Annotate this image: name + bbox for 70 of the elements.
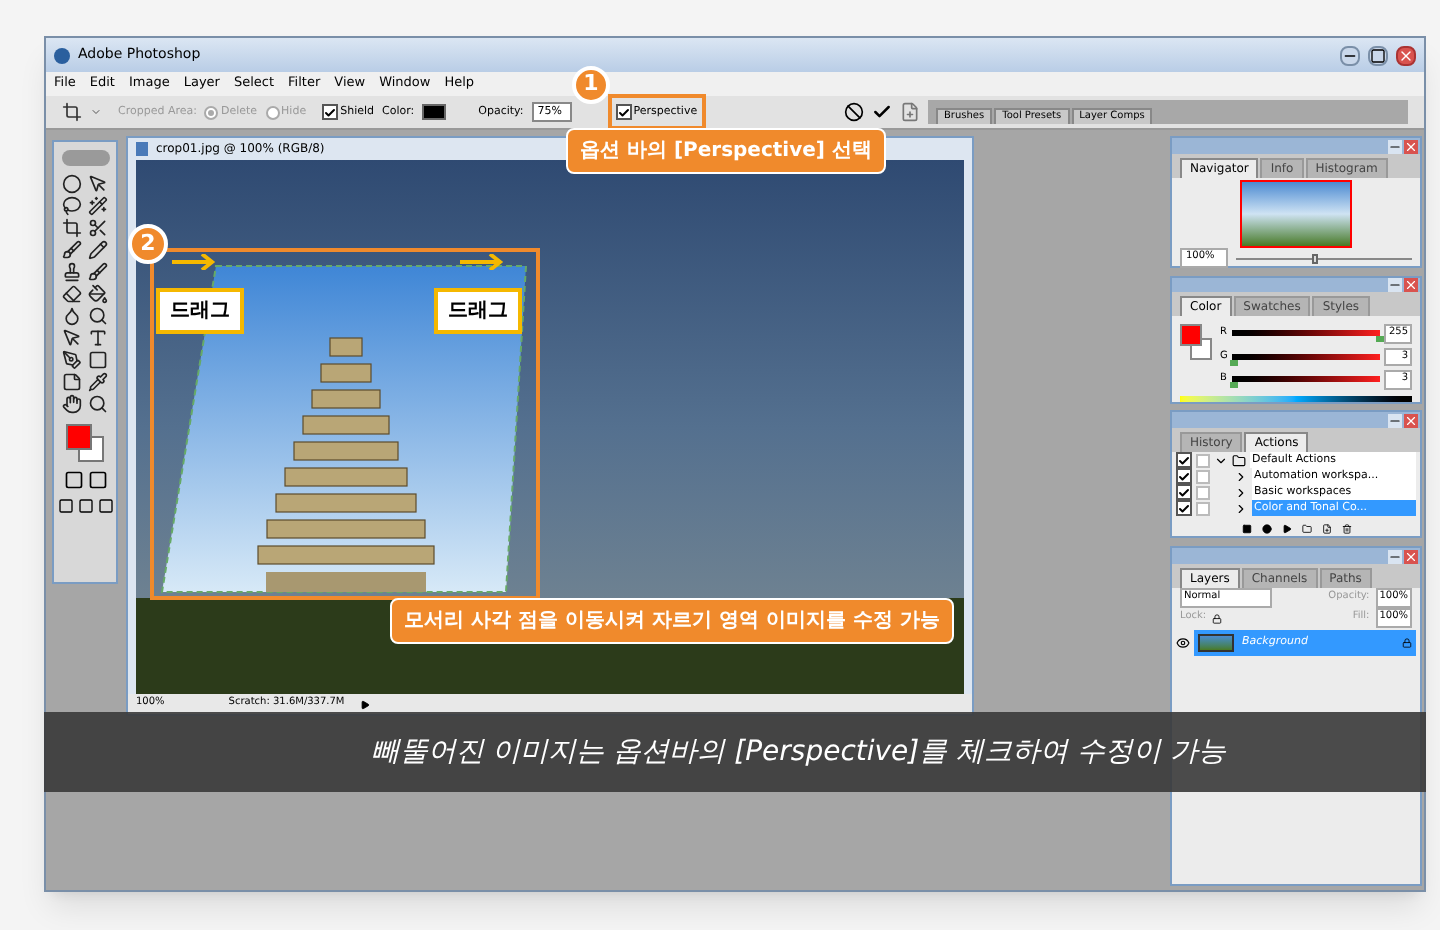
toggle-checkbox[interactable] [1176,500,1192,516]
tool-icon[interactable] [62,240,82,260]
play-icon[interactable] [1281,524,1291,534]
document-icon [136,142,148,156]
tool-icon[interactable] [88,394,108,414]
slider-thumb[interactable] [1229,382,1238,389]
commit-icon[interactable] [872,102,892,122]
tool-icon[interactable] [62,372,82,392]
lock-icon[interactable] [1212,613,1223,623]
tool-icon[interactable] [88,196,108,216]
tool-icon[interactable] [62,218,82,238]
navigator-thumbnail [1240,180,1352,248]
tool-icon[interactable] [88,306,108,326]
crop-tool-icon[interactable] [62,102,82,122]
close-icon[interactable] [1396,45,1416,65]
maximize-icon[interactable] [1368,45,1388,65]
new-action-icon[interactable] [1321,524,1331,534]
tool-icon[interactable] [88,350,108,370]
slider-thumb[interactable] [1311,253,1318,263]
color-swatch[interactable] [422,104,447,120]
visibility-icon[interactable] [1176,635,1190,649]
channel-slider[interactable] [1232,376,1380,383]
foreground-color-swatch[interactable] [65,424,91,450]
toggle-checkbox[interactable] [1176,484,1192,500]
tool-icon[interactable] [62,394,82,414]
trash-icon[interactable] [1341,524,1351,534]
tool-icon[interactable] [88,372,108,392]
radio-button[interactable] [204,105,219,119]
caption-text: 빼뚤어진 이미지는 옵션바의 [Perspective]를 체크하여 수정이 가능 [371,733,1226,771]
tool-icon[interactable] [88,218,108,238]
annotation-label: 모서리 사각 점을 이동시켜 자르기 영역 이미지를 수정 가능 [390,598,954,644]
channel-slider[interactable] [1232,353,1380,360]
perspective-checkbox[interactable] [615,104,632,120]
cancel-icon[interactable] [844,102,864,122]
shield-checkbox[interactable] [322,104,339,120]
toggle-checkbox[interactable] [1176,452,1192,468]
tool-icon[interactable] [88,328,108,348]
tool-icon[interactable] [62,174,82,194]
radio-button[interactable] [265,105,280,119]
new-set-icon[interactable] [1301,524,1311,534]
status-menu-icon[interactable] [360,699,371,709]
tool-icon[interactable] [62,350,82,370]
record-icon[interactable] [1261,524,1271,534]
foreground-color-swatch[interactable] [1180,324,1202,346]
tool-icon[interactable] [88,240,108,260]
palette-well-icon[interactable] [900,102,920,122]
minimize-icon[interactable] [1340,45,1360,65]
tool-icon[interactable] [62,328,82,348]
drag-label: 드래그 [434,288,522,334]
channel-slider[interactable] [1232,330,1380,337]
tool-icon[interactable] [62,262,82,282]
arrow-icon [172,254,216,270]
tool-icon[interactable] [88,284,108,304]
layer-thumbnail [1198,633,1234,651]
drag-label: 드래그 [156,288,244,334]
arrow-icon [460,254,504,270]
stop-icon[interactable] [1241,524,1251,534]
slider-thumb[interactable] [1376,336,1384,343]
slider-thumb[interactable] [1229,359,1238,366]
tool-icon[interactable] [62,284,82,304]
annotation-label: 옵션 바의 [Perspective] 선택 [566,128,886,174]
lock-icon [1402,637,1412,647]
tool-icon[interactable] [62,196,82,216]
folder-icon [1232,453,1246,467]
tool-icon[interactable] [62,306,82,326]
app-icon [54,47,70,63]
color-spectrum[interactable] [1180,395,1412,402]
tool-icon[interactable] [88,262,108,282]
tool-icon[interactable] [88,174,108,194]
toggle-checkbox[interactable] [1176,468,1192,484]
